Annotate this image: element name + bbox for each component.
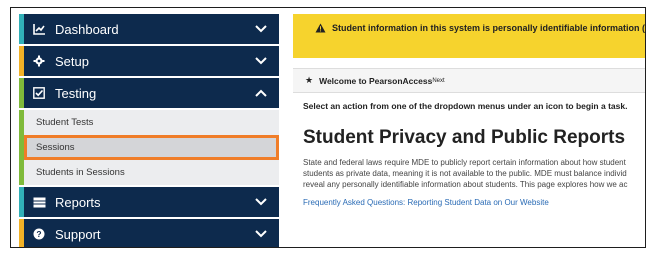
question-icon: ? xyxy=(32,227,46,241)
svg-text:?: ? xyxy=(36,229,41,239)
pii-warning-banner: Student information in this system is pe… xyxy=(293,14,646,58)
welcome-text: Welcome to PearsonAccess xyxy=(319,75,433,86)
sidebar-item-label: Setup xyxy=(55,53,89,69)
warning-icon xyxy=(315,23,326,33)
checkbox-icon xyxy=(32,86,46,100)
welcome-superscript: Next xyxy=(432,77,445,84)
chevron-down-icon[interactable] xyxy=(249,198,273,206)
intro-paragraph: State and federal laws require MDE to pu… xyxy=(293,157,645,190)
chevron-down-icon[interactable] xyxy=(249,230,273,238)
faq-links: Frequently Asked Questions: Reporting St… xyxy=(293,198,645,207)
sidebar-item-label: Reports xyxy=(55,194,101,210)
faq-link[interactable]: Frequently Asked Questions: Reporting St… xyxy=(303,198,549,207)
welcome-header: ★ Welcome to PearsonAccess Next xyxy=(293,68,645,93)
sidebar-item-testing[interactable]: Testing xyxy=(19,78,279,108)
chevron-down-icon[interactable] xyxy=(249,57,273,65)
chevron-up-icon[interactable] xyxy=(249,89,273,97)
chevron-down-icon[interactable] xyxy=(249,25,273,33)
submenu-item-sessions[interactable]: Sessions xyxy=(24,135,279,160)
paragraph-line: students as private data, meaning it is … xyxy=(303,169,627,178)
gear-icon xyxy=(32,54,46,68)
paragraph-line: State and federal laws require MDE to pu… xyxy=(303,158,626,167)
sidebar-item-label: Support xyxy=(55,226,101,242)
dashboard-icon xyxy=(32,22,46,36)
screenshot-frame: Dashboard Setup Testing Student Tests Se… xyxy=(10,7,646,248)
paragraph-line: reveal any personally identifiable infor… xyxy=(303,180,628,189)
sidebar-item-dashboard[interactable]: Dashboard xyxy=(19,14,279,44)
submenu-item-students-in-sessions[interactable]: Students in Sessions xyxy=(24,160,279,185)
sidebar-item-reports[interactable]: Reports xyxy=(19,187,279,217)
pii-warning-text: Student information in this system is pe… xyxy=(332,23,646,33)
sidebar-item-support[interactable]: ? Support xyxy=(19,219,279,247)
submenu-item-student-tests[interactable]: Student Tests xyxy=(24,110,279,135)
instruction-text: Select an action from one of the dropdow… xyxy=(303,101,628,111)
sidebar-item-setup[interactable]: Setup xyxy=(19,46,279,76)
sidebar-item-label: Testing xyxy=(55,85,97,101)
sidebar-item-label: Dashboard xyxy=(55,21,119,37)
star-icon: ★ xyxy=(305,75,314,85)
report-icon xyxy=(32,195,46,209)
testing-submenu: Student Tests Sessions Students in Sessi… xyxy=(19,110,279,185)
main-content: Student information in this system is pe… xyxy=(293,14,646,247)
page-title: Student Privacy and Public Reports xyxy=(303,127,626,148)
sidebar: Dashboard Setup Testing Student Tests Se… xyxy=(19,14,279,247)
